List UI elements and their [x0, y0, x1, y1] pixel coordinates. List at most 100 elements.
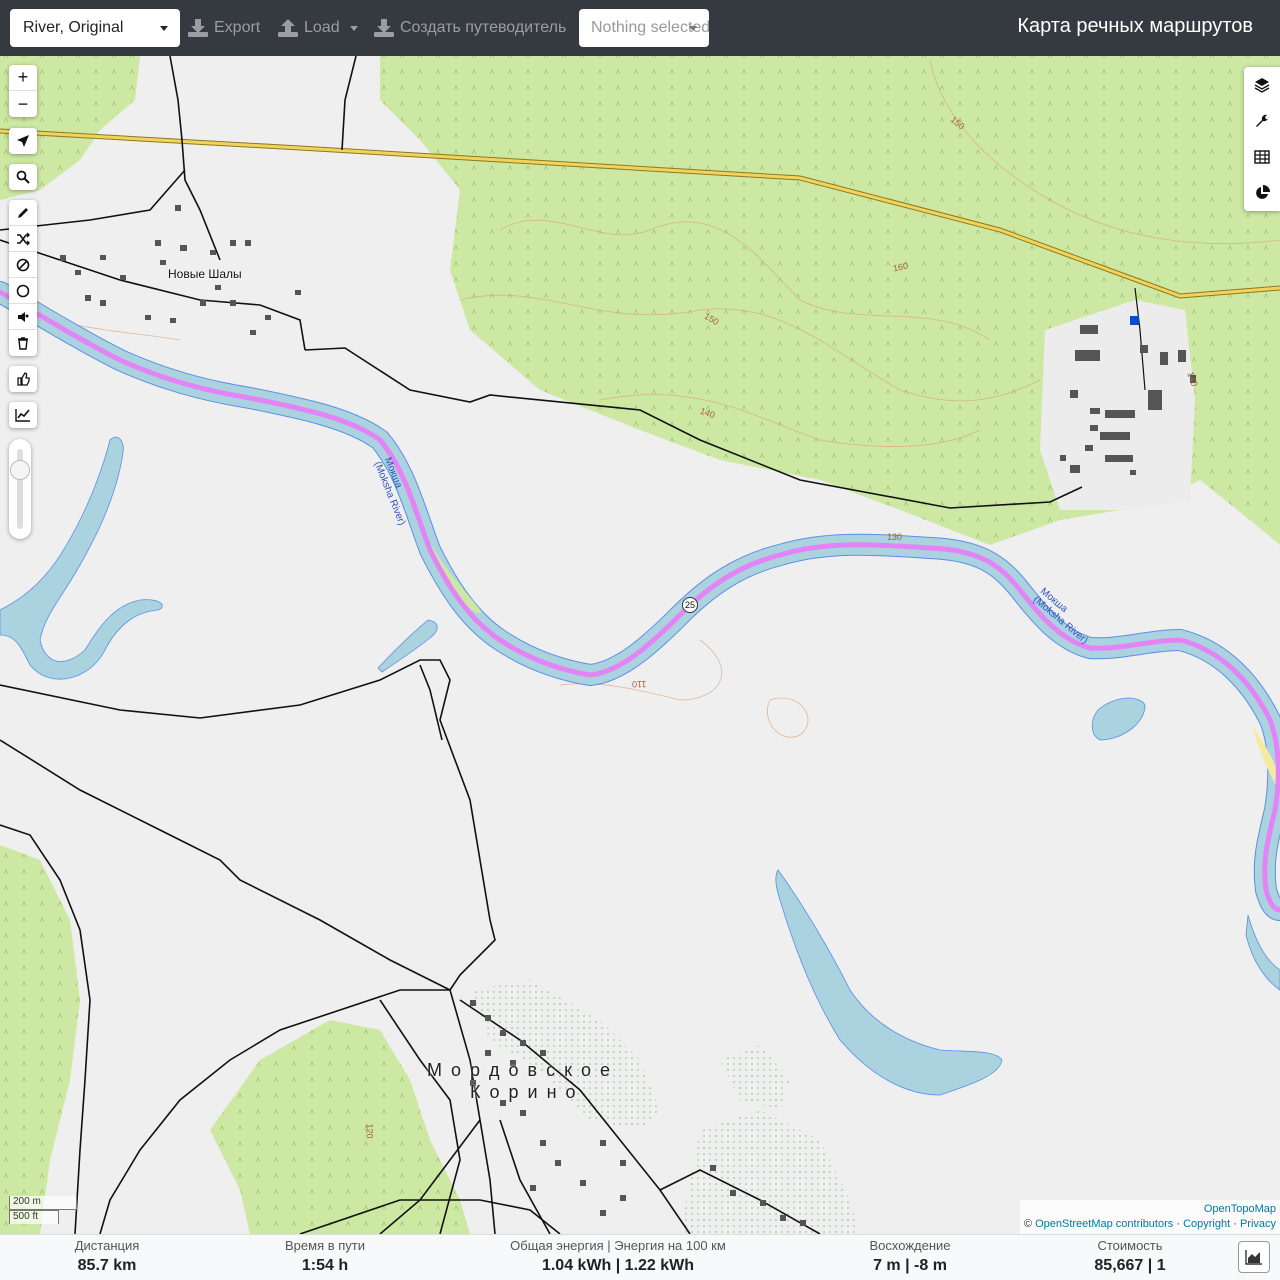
locate-control	[9, 128, 37, 154]
scale-bar: 200 m 500 ft	[9, 1196, 77, 1224]
poi-marker-icon	[18, 311, 29, 322]
table-icon	[1254, 150, 1270, 164]
stat-label: Дистанция	[74, 1238, 140, 1253]
load-label: Load	[304, 19, 340, 36]
track-select[interactable]: Nothing selected	[579, 9, 709, 47]
map-options-panel	[1244, 67, 1280, 211]
ban-icon	[16, 258, 30, 271]
routing-profile-value: River, Original	[23, 19, 124, 36]
stat-value: 85.7 km	[77, 1257, 137, 1274]
copyright-sign: ©	[1023, 1218, 1033, 1230]
stat-label: Общая энергия | Энергия на 100 км	[510, 1238, 726, 1253]
forest-symbols	[210, 1020, 470, 1234]
map-tiles	[0, 56, 1280, 1234]
place-label-novye-shaly: Новые Шалы	[168, 267, 242, 281]
stat-duration: Время в пути 1:54 h	[270, 1237, 380, 1277]
circle-icon	[16, 284, 30, 297]
copyright-link[interactable]: Copyright	[1183, 1218, 1230, 1230]
elevation-profile-button[interactable]	[1238, 1241, 1270, 1273]
stat-value: 1.04 kWh | 1.22 kWh	[541, 1257, 695, 1274]
app-window: River, Original Export Load Создать путе…	[0, 0, 1280, 1280]
contour-label: 130	[887, 532, 903, 542]
export-label: Export	[214, 19, 261, 36]
lake	[1091, 697, 1146, 741]
zoom-control: + −	[9, 65, 37, 117]
chevron-down-icon	[160, 26, 168, 31]
pie-chart-icon	[1256, 185, 1270, 199]
download-icon	[374, 19, 394, 37]
load-button[interactable]: Load	[278, 9, 358, 47]
place-label-mordovskoe: М о р д о в с к о е	[427, 1060, 612, 1080]
contour-label: 120	[364, 1123, 375, 1139]
stat-ascent: Восхождение 7 m | -8 m	[855, 1237, 965, 1277]
privacy-link[interactable]: Privacy	[1240, 1218, 1276, 1230]
create-guide-button[interactable]: Создать путеводитель	[374, 9, 566, 47]
layers-button[interactable]	[1244, 67, 1280, 103]
place-label-korino: К о р и н о	[470, 1082, 578, 1102]
marsh-area	[470, 980, 660, 1130]
stat-cost: Стоимость 85,667 | 1	[1080, 1237, 1180, 1277]
shuffle-icon	[17, 232, 30, 245]
search-button[interactable]	[9, 164, 37, 190]
residential-area	[1040, 300, 1195, 510]
stat-label: Время в пути	[285, 1238, 365, 1253]
stat-value: 7 m | -8 m	[873, 1257, 947, 1274]
osm-contributors-link[interactable]: OpenStreetMap contributors	[1035, 1218, 1173, 1230]
draw-toolbar	[9, 200, 37, 356]
opacity-slider[interactable]	[9, 439, 31, 539]
trash-icon	[18, 337, 28, 350]
marsh-area	[680, 1110, 860, 1234]
lake	[377, 619, 438, 673]
routing-profile-select[interactable]: River, Original	[10, 9, 180, 47]
search-icon	[16, 170, 30, 184]
zoom-in-button[interactable]: +	[9, 65, 37, 91]
lake	[1245, 914, 1280, 991]
route-stats-bar: Дистанция 85.7 km Время в пути 1:54 h Об…	[0, 1234, 1280, 1280]
no-go-area-button[interactable]	[9, 252, 37, 278]
create-guide-label: Создать путеводитель	[400, 19, 567, 36]
chevron-down-icon	[689, 26, 697, 31]
stat-distance: Дистанция 85.7 km	[60, 1237, 154, 1277]
delete-route-button[interactable]	[9, 330, 37, 356]
layers-icon	[1254, 78, 1270, 93]
feedback-control	[9, 366, 37, 392]
app-title: Карта речных маршрутов	[1017, 15, 1253, 37]
thumbs-up-button[interactable]	[9, 366, 37, 392]
wrench-icon	[1256, 114, 1269, 127]
circle-tool-button[interactable]	[9, 278, 37, 304]
elevation-control	[9, 402, 37, 428]
stat-label: Стоимость	[1097, 1238, 1163, 1253]
pencil-icon	[18, 207, 28, 218]
stat-label: Восхождение	[869, 1238, 951, 1253]
draw-route-button[interactable]	[9, 200, 37, 226]
poi-button[interactable]	[9, 304, 37, 330]
export-button[interactable]: Export	[188, 9, 260, 47]
elevation-chart-button[interactable]	[9, 402, 37, 428]
stat-value: 1:54 h	[301, 1257, 349, 1274]
top-navbar: River, Original Export Load Создать путе…	[0, 0, 1280, 56]
statistics-button[interactable]	[1244, 175, 1280, 211]
map-canvas[interactable]: Новые Шалы М о р д о в с к о е К о р и н…	[0, 56, 1280, 1234]
map-attribution: OpenTopoMap © OpenStreetMap contributors…	[1019, 1200, 1280, 1234]
route-waypoint[interactable]: 25	[682, 597, 698, 613]
zoom-out-button[interactable]: −	[9, 91, 37, 117]
data-table-button[interactable]	[1244, 139, 1280, 175]
stat-value: 85,667 | 1	[1094, 1257, 1166, 1274]
marsh-area	[720, 1045, 790, 1110]
lake	[775, 869, 1003, 1096]
reverse-route-button[interactable]	[9, 226, 37, 252]
settings-button[interactable]	[1244, 103, 1280, 139]
forest-symbols	[0, 845, 80, 1234]
locate-button[interactable]	[9, 128, 37, 154]
line-chart-icon	[15, 409, 30, 422]
chevron-down-icon	[349, 25, 358, 31]
thumbs-up-icon	[17, 372, 30, 386]
upload-icon	[278, 19, 298, 37]
area-chart-icon	[1245, 1250, 1262, 1265]
slider-handle[interactable]	[10, 460, 30, 480]
opentopomap-link[interactable]: OpenTopoMap	[1204, 1203, 1276, 1215]
separator: ·	[1233, 1218, 1237, 1230]
waypoint-number: 25	[684, 600, 695, 610]
stat-energy: Общая энергия | Энергия на 100 км 1.04 k…	[505, 1237, 731, 1277]
scale-imperial: 500 ft	[9, 1210, 59, 1224]
